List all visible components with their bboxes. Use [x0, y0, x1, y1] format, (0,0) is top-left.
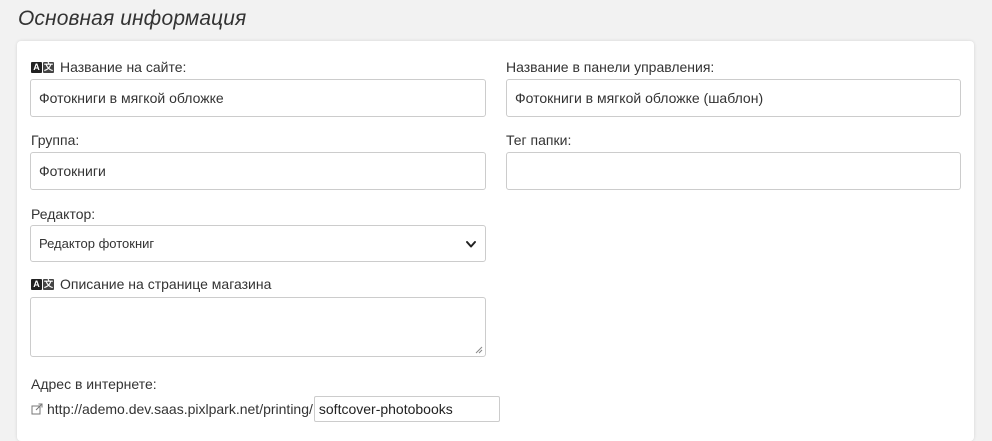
group-label-text: Группа: [31, 132, 80, 148]
group-input[interactable]: Фотокниги [30, 152, 486, 190]
editor-selected-value: Редактор фотокниг [39, 236, 155, 251]
web-address-slug-value: softcover-photobooks [318, 401, 453, 417]
site-name-value: Фотокниги в мягкой обложке [39, 90, 224, 106]
editor-label: Редактор: [31, 206, 95, 222]
group-label: Группа: [31, 132, 79, 148]
page-title: Основная информация [18, 7, 247, 30]
web-address-label: Адрес в интернете: [31, 376, 157, 392]
editor-select[interactable]: Редактор фотокниг [30, 225, 486, 262]
shop-description-label-text: Описание на странице магазина [60, 276, 272, 292]
web-address-row: http://ademo.dev.saas.pixlpark.net/print… [31, 396, 500, 422]
editor-label-text: Редактор: [31, 206, 96, 222]
folder-tag-input[interactable] [506, 152, 961, 190]
site-name-input[interactable]: Фотокниги в мягкой обложке [30, 79, 486, 117]
shop-description-label: A文 Описание на странице магазина [31, 276, 271, 292]
resize-grip-icon[interactable] [475, 346, 483, 354]
external-link-icon[interactable] [31, 403, 43, 415]
translate-icon[interactable]: A文 [31, 61, 54, 73]
admin-name-label-text: Название в панели управления: [506, 59, 715, 75]
folder-tag-label: Тег папки: [506, 132, 571, 148]
admin-name-input[interactable]: Фотокниги в мягкой обложке (шаблон) [506, 79, 961, 117]
web-address-prefix: http://ademo.dev.saas.pixlpark.net/print… [47, 401, 313, 417]
folder-tag-label-text: Тег папки: [506, 132, 572, 148]
chevron-down-icon [466, 240, 476, 247]
group-value: Фотокниги [39, 163, 106, 179]
admin-name-label: Название в панели управления: [506, 59, 714, 75]
admin-name-value: Фотокниги в мягкой обложке (шаблон) [515, 90, 764, 106]
site-name-label: A文 Название на сайте: [31, 59, 186, 75]
translate-icon[interactable]: A文 [31, 278, 54, 290]
web-address-slug-input[interactable]: softcover-photobooks [313, 396, 500, 422]
site-name-label-text: Название на сайте: [60, 59, 187, 75]
shop-description-textarea[interactable] [30, 297, 486, 357]
web-address-label-text: Адрес в интернете: [31, 376, 157, 392]
